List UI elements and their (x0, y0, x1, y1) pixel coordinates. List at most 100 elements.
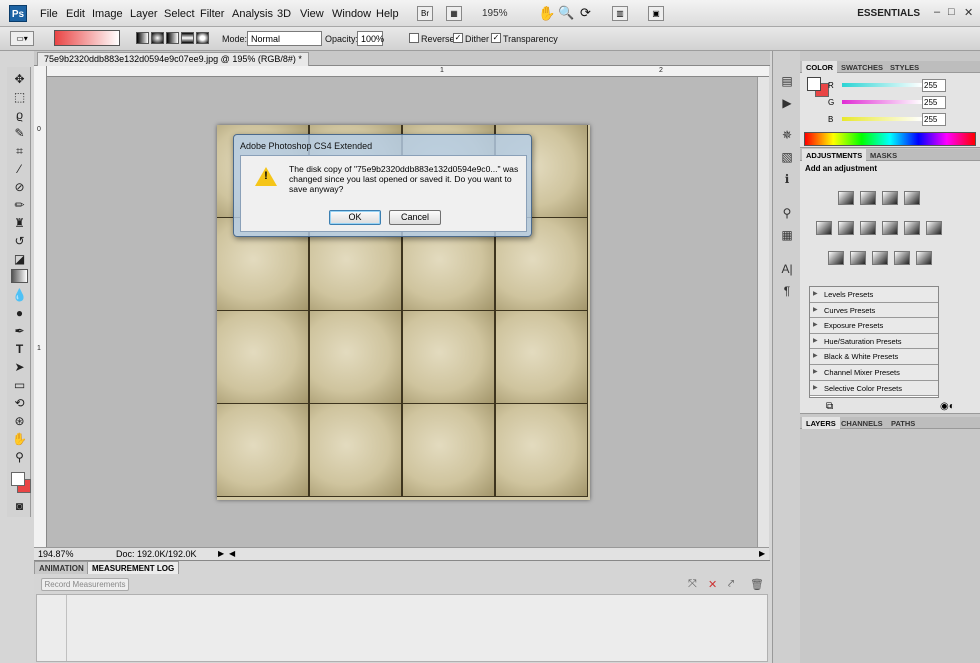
reverse-checkbox[interactable] (409, 33, 419, 43)
tab-color[interactable]: COLOR (802, 61, 838, 73)
exposure-icon[interactable] (904, 191, 920, 205)
pen-tool-icon[interactable]: ✒ (11, 324, 28, 338)
deselect-icon[interactable]: ✕ (708, 578, 717, 591)
diamond-gradient-icon[interactable] (196, 32, 209, 44)
menu-analysis[interactable]: Analysis (232, 8, 273, 20)
menu-select[interactable]: Select (164, 8, 195, 20)
levels-icon[interactable] (860, 191, 876, 205)
gradient-tool-icon[interactable] (11, 269, 28, 283)
rotate-view-icon[interactable]: ⟳ (580, 5, 591, 21)
menu-layer[interactable]: Layer (130, 8, 158, 20)
preset-curves[interactable]: Curves Presets (810, 302, 938, 319)
color-balance-icon[interactable] (860, 221, 876, 235)
red-track[interactable] (842, 83, 922, 87)
tab-measurement-log[interactable]: MEASUREMENT LOG (87, 561, 180, 574)
crop-tool-icon[interactable]: ⌗ (11, 144, 28, 158)
preset-black-white[interactable]: Black & White Presets (810, 349, 938, 365)
blue-slider[interactable]: B 255 (828, 113, 978, 127)
scroll-left-icon[interactable]: ◀ (229, 549, 235, 558)
brush-tool-icon[interactable]: ✏ (11, 198, 28, 212)
3d-rotate-tool-icon[interactable]: ⟲ (11, 396, 28, 410)
tab-paths[interactable]: PATHS (887, 417, 919, 429)
path-selection-tool-icon[interactable]: ➤ (11, 360, 28, 374)
status-zoom[interactable]: 194.87% (38, 549, 74, 559)
document-tab[interactable]: 75e9b2320ddb883e132d0594e9c07ee9.jpg @ 1… (37, 52, 309, 66)
menu-filter[interactable]: Filter (200, 8, 224, 20)
radial-gradient-icon[interactable] (151, 32, 164, 44)
menu-file[interactable]: File (40, 8, 58, 20)
dodge-tool-icon[interactable]: ● (11, 306, 28, 320)
color-spectrum-bar[interactable] (804, 132, 976, 146)
eyedropper-tool-icon[interactable]: ⁄ (11, 162, 28, 176)
tab-channels[interactable]: CHANNELS (837, 417, 887, 429)
tab-swatches[interactable]: SWATCHES (837, 61, 887, 73)
preset-levels[interactable]: Levels Presets (810, 287, 938, 303)
preset-selective-color[interactable]: Selective Color Presets (810, 380, 938, 397)
move-tool-icon[interactable]: ✥ (11, 72, 28, 86)
selective-color-icon[interactable] (916, 251, 932, 265)
preset-hue-saturation[interactable]: Hue/Saturation Presets (810, 333, 938, 350)
gradient-picker[interactable] (54, 30, 120, 46)
red-value[interactable]: 255 (922, 79, 946, 92)
tab-animation[interactable]: ANIMATION (34, 561, 89, 574)
3d-panel-icon[interactable]: ✵ (779, 127, 795, 143)
posterize-icon[interactable] (850, 251, 866, 265)
menu-window[interactable]: Window (332, 8, 371, 20)
view-extras-icon[interactable]: ▦ (446, 6, 462, 21)
menu-image[interactable]: Image (92, 8, 123, 20)
zoom-level[interactable]: 195% (482, 8, 508, 19)
blur-tool-icon[interactable]: 💧 (11, 288, 28, 302)
paragraph-panel-icon[interactable]: ¶ (779, 283, 795, 299)
zoom-tool-icon[interactable]: ⚲ (11, 450, 28, 464)
opacity-input[interactable]: 100% (357, 31, 384, 46)
foreground-color-swatch[interactable] (11, 472, 25, 486)
delete-icon[interactable]: 🗑 (750, 578, 764, 591)
zoom-tool-icon[interactable]: 🔍 (558, 5, 574, 21)
clone-stamp-tool-icon[interactable]: ♜ (11, 216, 28, 230)
hue-saturation-icon[interactable] (838, 221, 854, 235)
tool-preset-picker-icon[interactable]: ▭▾ (10, 31, 34, 46)
vibrance-icon[interactable] (816, 221, 832, 235)
history-panel-icon[interactable]: ▤ (779, 73, 795, 89)
mode-select[interactable]: Normal (247, 31, 322, 46)
invert-icon[interactable] (828, 251, 844, 265)
brushes-panel-icon[interactable]: ▦ (779, 227, 795, 243)
curves-icon[interactable] (882, 191, 898, 205)
character-panel-icon[interactable]: A| (779, 261, 795, 277)
foreground-color-swatch[interactable] (807, 77, 821, 91)
quick-selection-tool-icon[interactable]: ✎ (11, 126, 28, 140)
quick-mask-icon[interactable]: ◙ (11, 499, 28, 513)
black-white-icon[interactable] (882, 221, 898, 235)
screen-mode-icon[interactable]: ▣ (648, 6, 664, 21)
tab-styles[interactable]: STYLES (886, 61, 923, 73)
healing-brush-tool-icon[interactable]: ⊘ (11, 180, 28, 194)
clone-source-panel-icon[interactable]: ⚲ (779, 205, 795, 221)
photoshop-logo-icon[interactable]: Ps (9, 5, 27, 22)
blue-track[interactable] (842, 117, 922, 121)
close-button[interactable]: ✕ (964, 6, 973, 19)
maximize-button[interactable]: □ (948, 6, 955, 18)
reflected-gradient-icon[interactable] (181, 32, 194, 44)
arrange-documents-icon[interactable]: ▥ (612, 6, 628, 21)
hand-tool-icon[interactable]: ✋ (11, 432, 28, 446)
clip-to-layer-icon[interactable]: ⧉ (826, 401, 833, 412)
actions-panel-icon[interactable]: ▶ (779, 95, 795, 111)
marquee-tool-icon[interactable]: ⬚ (11, 90, 28, 104)
linear-gradient-icon[interactable] (136, 32, 149, 44)
transparency-checkbox[interactable]: ✓ (491, 33, 501, 43)
type-tool-icon[interactable]: T (11, 342, 28, 356)
record-measurements-button[interactable]: Record Measurements (41, 578, 129, 591)
menu-help[interactable]: Help (376, 8, 399, 20)
tab-layers[interactable]: LAYERS (802, 417, 840, 429)
scroll-right-icon[interactable]: ▶ (759, 549, 765, 558)
threshold-icon[interactable] (872, 251, 888, 265)
green-slider[interactable]: G 255 (828, 96, 978, 110)
history-brush-tool-icon[interactable]: ↺ (11, 234, 28, 248)
export-icon[interactable]: ⤤ (728, 578, 734, 591)
3d-orbit-tool-icon[interactable]: ⊛ (11, 414, 28, 428)
hand-tool-icon[interactable]: ✋ (538, 5, 555, 22)
blue-value[interactable]: 255 (922, 113, 946, 126)
menu-3d[interactable]: 3D (277, 8, 291, 20)
tab-masks[interactable]: MASKS (866, 149, 901, 161)
minimize-button[interactable]: – (934, 6, 940, 18)
